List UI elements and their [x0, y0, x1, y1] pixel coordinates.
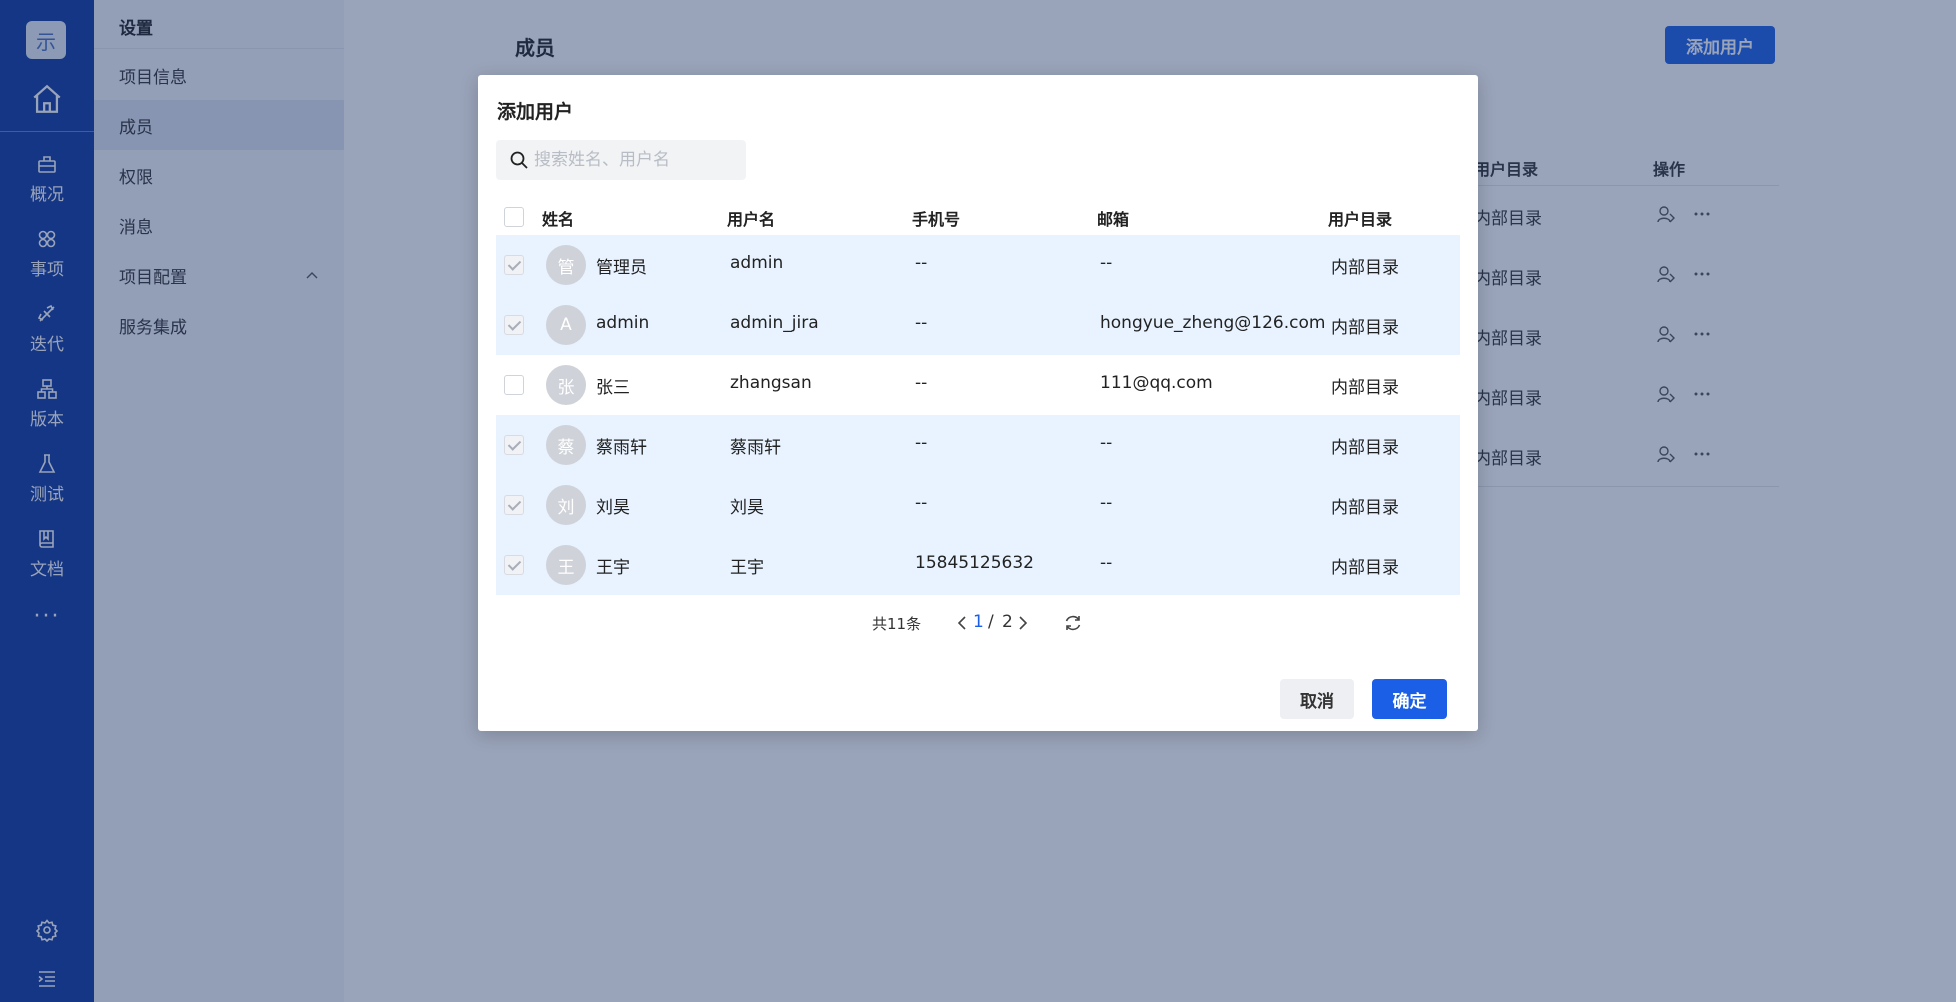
- directory-cell: 内部目录: [1331, 378, 1399, 398]
- username-cell: zhangsan: [730, 373, 812, 393]
- email-cell: --: [1100, 493, 1113, 513]
- table-row[interactable]: A admin admin_jira -- hongyue_zheng@126.…: [496, 295, 1460, 355]
- column-header-username: 用户名: [727, 210, 776, 229]
- username-cell: 刘昊: [730, 498, 764, 518]
- name-cell: admin: [596, 313, 650, 333]
- email-cell: hongyue_zheng@126.com: [1100, 313, 1326, 333]
- add-user-dialog: 添加用户 姓名 用户名 手机号 邮箱 用户目录 管 管理员 admin -- -…: [478, 75, 1478, 731]
- total-count: 共11条: [872, 615, 922, 633]
- phone-cell: --: [915, 433, 928, 453]
- column-header-phone: 手机号: [912, 210, 961, 229]
- avatar: 刘: [546, 485, 586, 525]
- email-cell: --: [1100, 553, 1113, 573]
- table-row[interactable]: 张 张三 zhangsan -- 111@qq.com 内部目录: [496, 355, 1460, 415]
- directory-cell: 内部目录: [1331, 258, 1399, 278]
- table-row[interactable]: 管 管理员 admin -- -- 内部目录: [496, 235, 1460, 295]
- next-page-icon[interactable]: [1017, 615, 1029, 631]
- email-cell: 111@qq.com: [1100, 373, 1213, 393]
- phone-cell: --: [915, 373, 928, 393]
- name-cell: 管理员: [596, 258, 647, 278]
- username-cell: admin_jira: [730, 313, 819, 333]
- search-icon: [510, 151, 528, 169]
- phone-cell: --: [915, 253, 928, 273]
- username-cell: admin: [730, 253, 784, 273]
- table-header: 姓名 用户名 手机号 邮箱 用户目录: [496, 195, 1460, 235]
- row-checkbox[interactable]: [504, 435, 524, 455]
- cancel-button[interactable]: 取消: [1280, 679, 1354, 719]
- row-checkbox[interactable]: [504, 555, 524, 575]
- name-cell: 刘昊: [596, 498, 630, 518]
- name-cell: 蔡雨轩: [596, 438, 647, 458]
- name-cell: 王宇: [596, 558, 630, 578]
- name-cell: 张三: [596, 378, 630, 398]
- avatar: 王: [546, 545, 586, 585]
- pagination: 共11条 1 / 2: [478, 608, 1478, 638]
- username-cell: 蔡雨轩: [730, 438, 781, 458]
- search-box: [496, 140, 746, 180]
- total-pages: 2: [1002, 612, 1013, 632]
- phone-cell: --: [915, 493, 928, 513]
- confirm-button[interactable]: 确定: [1372, 679, 1447, 719]
- column-header-directory: 用户目录: [1328, 210, 1393, 229]
- current-page[interactable]: 1: [973, 612, 984, 632]
- avatar: 张: [546, 365, 586, 405]
- phone-cell: --: [915, 313, 928, 333]
- refresh-icon[interactable]: [1063, 613, 1083, 633]
- avatar: 蔡: [546, 425, 586, 465]
- page-separator: /: [988, 612, 994, 632]
- row-checkbox[interactable]: [504, 315, 524, 335]
- column-header-name: 姓名: [542, 210, 575, 229]
- phone-cell: 15845125632: [915, 553, 1034, 573]
- select-all-checkbox[interactable]: [504, 207, 524, 227]
- email-cell: --: [1100, 433, 1113, 453]
- directory-cell: 内部目录: [1331, 558, 1399, 578]
- avatar: A: [546, 305, 586, 345]
- prev-page-icon[interactable]: [956, 615, 968, 631]
- table-row[interactable]: 蔡 蔡雨轩 蔡雨轩 -- -- 内部目录: [496, 415, 1460, 475]
- email-cell: --: [1100, 253, 1113, 273]
- row-checkbox[interactable]: [504, 255, 524, 275]
- column-header-email: 邮箱: [1097, 210, 1130, 229]
- table-row[interactable]: 王 王宇 王宇 15845125632 -- 内部目录: [496, 535, 1460, 595]
- username-cell: 王宇: [730, 558, 764, 578]
- search-input[interactable]: [534, 140, 739, 180]
- directory-cell: 内部目录: [1331, 438, 1399, 458]
- avatar: 管: [546, 245, 586, 285]
- directory-cell: 内部目录: [1331, 498, 1399, 518]
- dialog-title: 添加用户: [497, 101, 574, 123]
- table-row[interactable]: 刘 刘昊 刘昊 -- -- 内部目录: [496, 475, 1460, 535]
- row-checkbox[interactable]: [504, 375, 524, 395]
- directory-cell: 内部目录: [1331, 318, 1399, 338]
- row-checkbox[interactable]: [504, 495, 524, 515]
